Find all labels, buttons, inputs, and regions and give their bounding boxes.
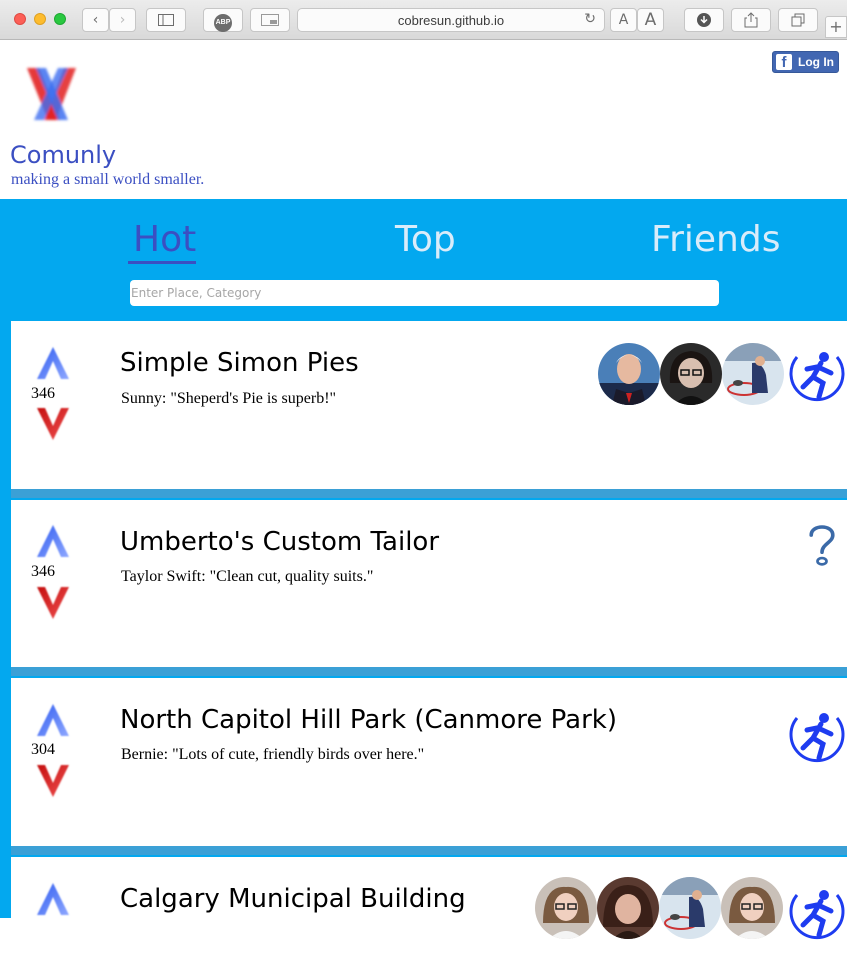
- tab-hot[interactable]: Hot: [133, 219, 196, 260]
- facebook-icon: f: [776, 54, 792, 71]
- minimize-window-button[interactable]: [34, 13, 46, 25]
- forward-button[interactable]: ›: [109, 8, 136, 32]
- brand-name: Comunly: [10, 141, 117, 169]
- share-button[interactable]: [731, 8, 771, 32]
- activity-runner-icon: [787, 881, 847, 943]
- place-title[interactable]: Simple Simon Pies: [120, 348, 359, 378]
- login-label: Log In: [798, 55, 834, 69]
- adblock-button[interactable]: ABP: [203, 8, 243, 32]
- place-card[interactable]: 346 Simple Simon Pies Sunny: "Sheperd's …: [11, 321, 847, 498]
- upvote-icon[interactable]: [35, 523, 71, 559]
- text-smaller-button[interactable]: A: [610, 8, 637, 32]
- close-window-button[interactable]: [14, 13, 26, 25]
- place-card[interactable]: 346 Umberto's Custom Tailor Taylor Swift…: [11, 500, 847, 676]
- comunly-logo: [27, 68, 76, 120]
- tagline: making a small world smaller.: [11, 171, 205, 188]
- downvote-icon[interactable]: [35, 585, 71, 621]
- browser-toolbar: ‹ › ABP cobresun.github.io ↻ A A +: [0, 0, 847, 40]
- back-button[interactable]: ‹: [82, 8, 109, 32]
- search-input[interactable]: [130, 280, 719, 306]
- place-quote: Bernie: "Lots of cute, friendly birds ov…: [121, 746, 425, 763]
- place-card[interactable]: 304 North Capitol Hill Park (Canmore Par…: [11, 678, 847, 855]
- downvote-icon[interactable]: [35, 406, 71, 442]
- place-quote: Sunny: "Sheperd's Pie is superb!": [121, 390, 337, 407]
- friend-avatar[interactable]: [721, 877, 783, 939]
- sidebar-icon: [158, 14, 174, 26]
- upvote-icon[interactable]: [35, 702, 71, 738]
- tabs-overview-button[interactable]: [778, 8, 818, 32]
- place-quote: Taylor Swift: "Clean cut, quality suits.…: [121, 568, 374, 585]
- place-title[interactable]: Calgary Municipal Building: [120, 884, 466, 914]
- adblock-icon: ABP: [214, 14, 232, 32]
- sidebar-toggle-button[interactable]: [146, 8, 186, 32]
- question-mark-icon: [804, 522, 840, 568]
- friend-avatar[interactable]: [597, 877, 659, 939]
- download-icon: [697, 13, 711, 27]
- activity-runner-icon: [787, 704, 847, 766]
- reader-button[interactable]: [250, 8, 290, 32]
- tabs-icon: [791, 13, 805, 27]
- upvote-icon[interactable]: [35, 345, 71, 381]
- place-title[interactable]: North Capitol Hill Park (Canmore Park): [120, 705, 617, 735]
- picture-in-picture-icon: [261, 14, 279, 26]
- friend-avatar[interactable]: [535, 877, 597, 939]
- active-tab-indicator: [128, 261, 196, 264]
- address-bar[interactable]: cobresun.github.io ↻: [297, 8, 605, 32]
- text-larger-button[interactable]: A: [637, 8, 664, 32]
- friend-avatar[interactable]: [598, 343, 660, 405]
- url-text: cobresun.github.io: [397, 13, 505, 28]
- zoom-window-button[interactable]: [54, 13, 66, 25]
- facebook-login-button[interactable]: f Log In: [772, 51, 839, 73]
- tab-top[interactable]: Top: [395, 219, 456, 260]
- new-tab-button[interactable]: +: [825, 16, 847, 38]
- place-title[interactable]: Umberto's Custom Tailor: [120, 527, 439, 557]
- vote-count: 346: [31, 563, 55, 580]
- activity-runner-icon: [787, 343, 847, 405]
- friend-avatar[interactable]: [660, 343, 722, 405]
- vote-count: 304: [31, 741, 55, 758]
- share-icon: [744, 12, 758, 28]
- upvote-icon[interactable]: [35, 881, 71, 917]
- tab-friends[interactable]: Friends: [651, 219, 780, 260]
- reload-icon[interactable]: ↻: [584, 11, 596, 27]
- downvote-icon[interactable]: [35, 763, 71, 799]
- friend-avatar[interactable]: [722, 343, 784, 405]
- place-card[interactable]: Calgary Municipal Building: [11, 857, 847, 957]
- downloads-button[interactable]: [684, 8, 724, 32]
- vote-count: 346: [31, 385, 55, 402]
- friend-avatar[interactable]: [659, 877, 721, 939]
